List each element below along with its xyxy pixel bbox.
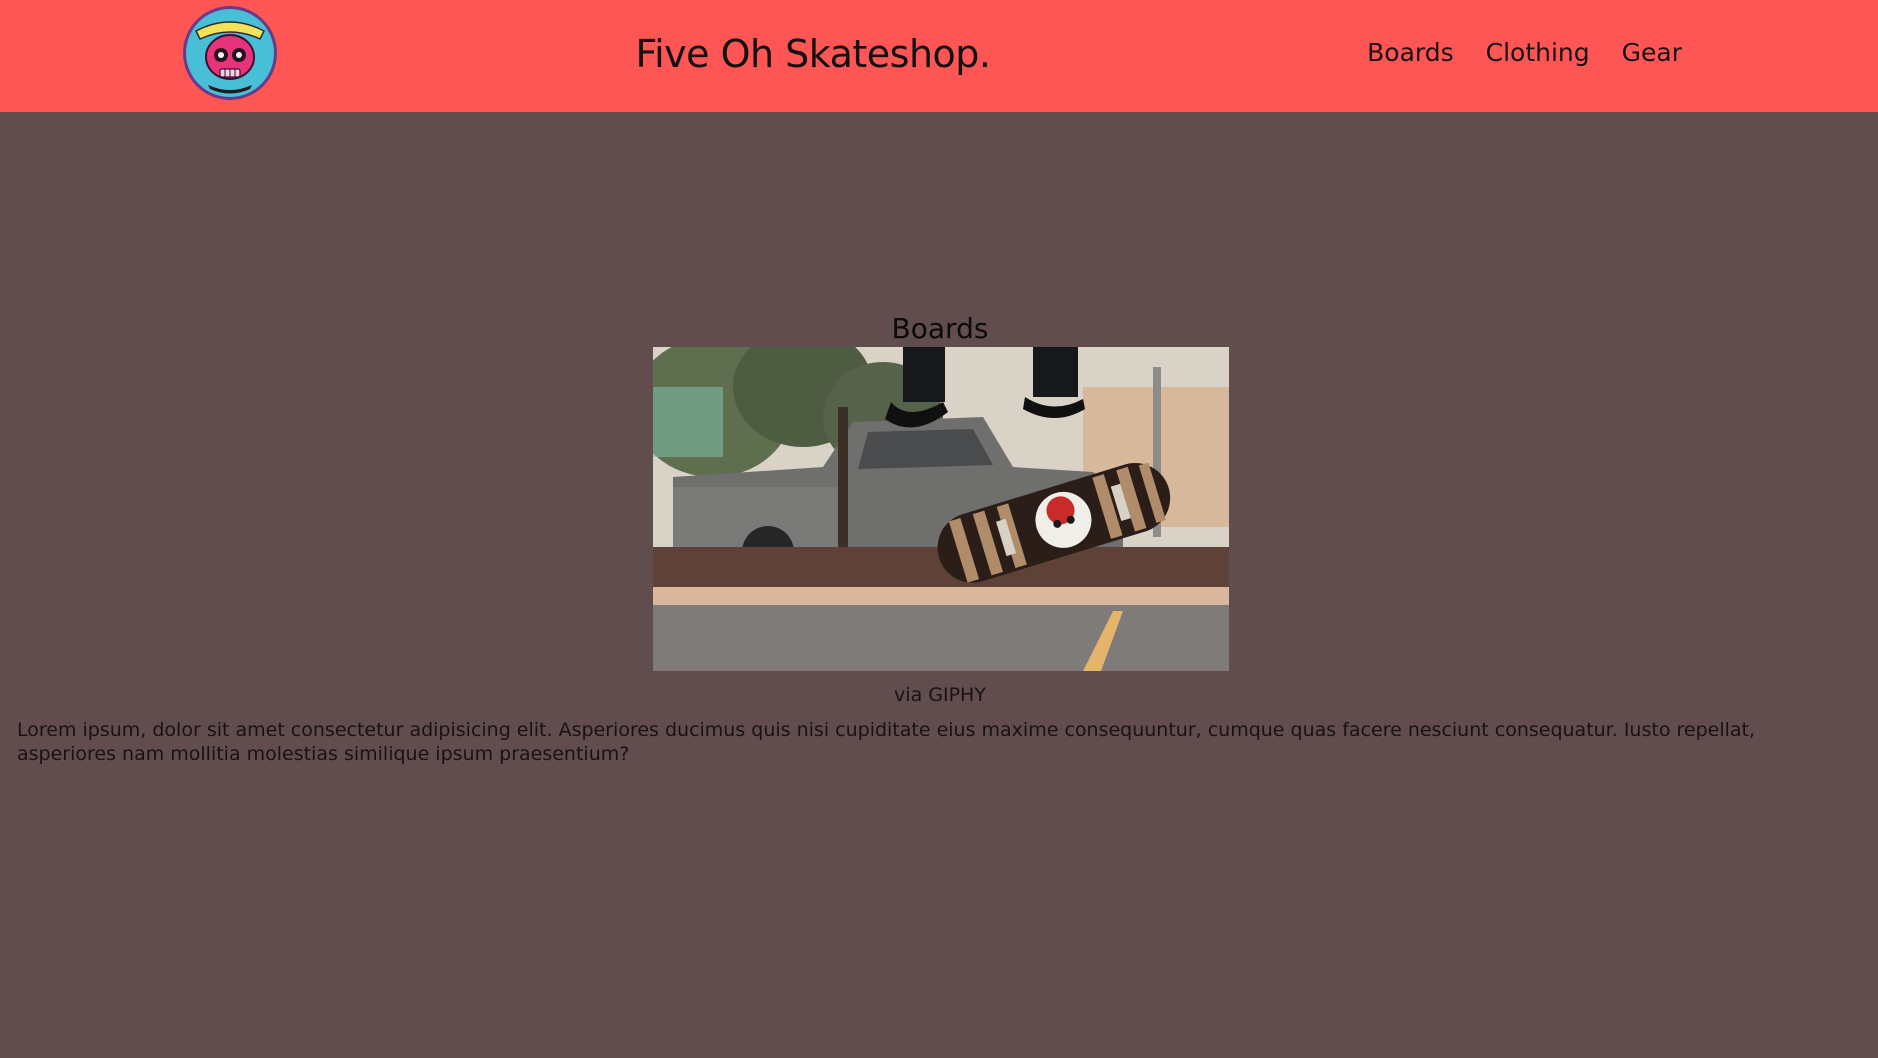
credit-prefix: via xyxy=(894,684,929,706)
skull-logo-icon xyxy=(183,6,277,100)
section-heading: Boards xyxy=(891,312,989,345)
boards-description: Lorem ipsum, dolor sit amet consectetur … xyxy=(17,719,1756,765)
shop-logo[interactable] xyxy=(182,5,278,101)
site-title: Five Oh Skateshop. xyxy=(635,32,991,76)
kickflip-image xyxy=(653,347,1229,671)
gif-credit: via GIPHY xyxy=(0,682,1878,708)
site-header: Five Oh Skateshop. Boards Clothing Gear xyxy=(0,0,1878,112)
nav-link-gear[interactable]: Gear xyxy=(1622,34,1682,72)
skate-gif xyxy=(653,347,1229,671)
giphy-link[interactable]: GIPHY xyxy=(928,684,986,706)
nav-link-clothing[interactable]: Clothing xyxy=(1486,34,1590,72)
nav-link-boards[interactable]: Boards xyxy=(1367,34,1454,72)
main-nav: Boards Clothing Gear xyxy=(1367,34,1682,72)
